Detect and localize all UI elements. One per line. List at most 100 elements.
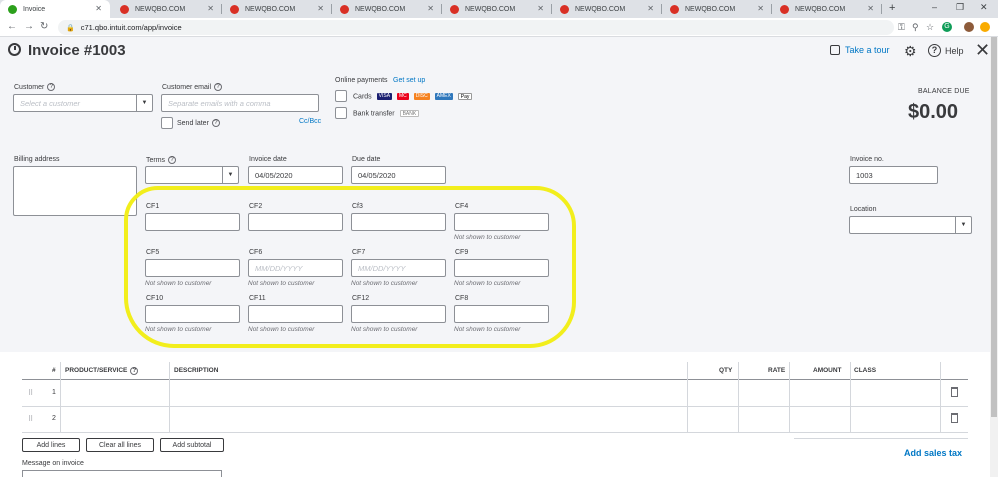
due-date-field[interactable]: 04/05/2020 [351, 166, 446, 184]
tab-newqbo[interactable]: NEWQBO.COM ✕ [772, 0, 882, 18]
cf3-field[interactable] [351, 213, 446, 231]
take-tour-link[interactable]: Take a tour [830, 45, 890, 55]
cf2-label: CF2 [249, 203, 263, 210]
maximize-icon[interactable]: ❐ [956, 2, 964, 13]
star-icon[interactable]: ☆ [926, 22, 934, 33]
cf10-label: CF10 [146, 295, 164, 302]
invoice-no-field[interactable]: 1003 [849, 166, 938, 184]
location-select[interactable]: ▼ [849, 216, 972, 234]
trash-icon[interactable] [951, 387, 958, 397]
not-shown-hint: Not shown to customer [145, 326, 212, 333]
clear-all-lines-button[interactable]: Clear all lines [86, 438, 154, 452]
new-tab-icon[interactable]: + [889, 2, 895, 14]
grammarly-icon[interactable]: G [942, 22, 952, 32]
drag-handle-icon[interactable]: ⠿ [28, 389, 33, 397]
customer-email-field[interactable]: Separate emails with a comma [161, 94, 319, 112]
url-input[interactable]: 🔒 c71.qbo.intuit.com/app/invoice [58, 20, 894, 35]
not-shown-hint: Not shown to customer [454, 326, 521, 333]
bank-transfer-option: Bank transfer BANK [353, 110, 420, 117]
cards-checkbox[interactable] [335, 90, 347, 102]
tab-close-icon[interactable]: ✕ [317, 4, 324, 13]
add-lines-button[interactable]: Add lines [22, 438, 80, 452]
bank-transfer-checkbox[interactable] [335, 107, 347, 119]
tab-newqbo[interactable]: NEWQBO.COM ✕ [222, 0, 332, 18]
drag-handle-icon[interactable]: ⠿ [28, 415, 33, 423]
browser-tab-bar: Invoice ✕ NEWQBO.COM ✕ NEWQBO.COM ✕ NEWQ… [0, 0, 998, 18]
reload-icon[interactable]: ↻ [40, 21, 48, 32]
send-later-label: Send later? [177, 119, 220, 127]
chevron-down-icon[interactable]: ▼ [136, 95, 152, 111]
tab-close-icon[interactable]: ✕ [427, 4, 434, 13]
terms-select[interactable]: ▼ [145, 166, 239, 184]
tab-title: NEWQBO.COM [355, 5, 406, 13]
cf10-field[interactable] [145, 305, 240, 323]
tab-title: NEWQBO.COM [795, 5, 846, 13]
cf12-field[interactable] [351, 305, 446, 323]
cf4-field[interactable] [454, 213, 549, 231]
tab-newqbo[interactable]: NEWQBO.COM ✕ [442, 0, 552, 18]
tab-close-icon[interactable]: ✕ [207, 4, 214, 13]
message-on-invoice-field[interactable] [22, 470, 222, 477]
table-row[interactable]: ⠿ 2 [22, 407, 968, 433]
amex-icon: AMEX [434, 93, 453, 100]
cf9-field[interactable] [454, 259, 549, 277]
newqbo-icon [230, 4, 239, 14]
cf8-field[interactable] [454, 305, 549, 323]
zoom-icon[interactable]: ⚲ [912, 22, 919, 33]
scrollbar[interactable] [990, 37, 998, 477]
tab-newqbo[interactable]: NEWQBO.COM ✕ [112, 0, 222, 18]
customer-label: Customer? [14, 83, 56, 91]
cf6-date-field[interactable]: MM/DD/YYYY [248, 259, 343, 277]
customer-select[interactable]: Select a customer ▼ [13, 94, 153, 112]
cf11-field[interactable] [248, 305, 343, 323]
close-icon[interactable]: ✕ [975, 40, 990, 61]
tab-close-icon[interactable]: ✕ [95, 4, 102, 13]
back-icon[interactable]: ← [7, 21, 17, 32]
add-sales-tax-link[interactable]: Add sales tax [904, 448, 962, 458]
help-button[interactable]: ? Help [928, 44, 964, 57]
update-icon[interactable] [980, 22, 990, 32]
tab-newqbo[interactable]: NEWQBO.COM ✕ [552, 0, 662, 18]
cf7-date-field[interactable]: MM/DD/YYYY [351, 259, 446, 277]
tab-close-icon[interactable]: ✕ [647, 4, 654, 13]
add-subtotal-button[interactable]: Add subtotal [160, 438, 224, 452]
tab-close-icon[interactable]: ✕ [537, 4, 544, 13]
forward-icon[interactable]: → [24, 21, 34, 32]
billing-address-field[interactable] [13, 166, 137, 216]
chevron-down-icon[interactable]: ▼ [955, 217, 971, 233]
message-on-invoice-label: Message on invoice [22, 460, 84, 467]
minimize-icon[interactable]: – [932, 2, 937, 12]
chevron-down-icon[interactable]: ▼ [222, 167, 238, 183]
tab-newqbo[interactable]: NEWQBO.COM ✕ [662, 0, 772, 18]
cf2-field[interactable] [248, 213, 343, 231]
col-divider [169, 362, 170, 432]
table-row[interactable]: ⠿ 1 [22, 381, 968, 407]
not-shown-hint: Not shown to customer [351, 326, 418, 333]
email-placeholder: Separate emails with a comma [168, 98, 271, 108]
customer-placeholder: Select a customer [20, 98, 81, 108]
cc-bcc-link[interactable]: Cc/Bcc [299, 118, 321, 125]
tab-close-icon[interactable]: ✕ [867, 4, 874, 13]
avatar[interactable] [964, 22, 974, 32]
key-icon[interactable]: ⚿ [898, 22, 905, 33]
get-set-up-link[interactable]: Get set up [393, 77, 425, 84]
cf3-label: Cf3 [352, 203, 363, 210]
send-later-checkbox[interactable] [161, 117, 173, 129]
invoice-date-field[interactable]: 04/05/2020 [248, 166, 343, 184]
trash-icon[interactable] [951, 413, 958, 423]
window-close-icon[interactable]: ✕ [980, 2, 988, 13]
tab-title: NEWQBO.COM [245, 5, 296, 13]
tab-close-icon[interactable]: ✕ [757, 4, 764, 13]
cf5-label: CF5 [146, 249, 160, 256]
table-header: # PRODUCT/SERVICE? DESCRIPTION QTY RATE … [22, 362, 968, 380]
scrollbar-thumb[interactable] [991, 37, 997, 417]
row-number: 1 [52, 389, 56, 396]
billing-address-label: Billing address [14, 156, 60, 163]
tab-newqbo[interactable]: NEWQBO.COM ✕ [332, 0, 442, 18]
recent-transactions-icon[interactable] [8, 43, 21, 56]
newqbo-icon [340, 4, 349, 14]
cf5-field[interactable] [145, 259, 240, 277]
tab-invoice[interactable]: Invoice ✕ [0, 0, 110, 18]
gear-icon[interactable]: ⚙ [904, 43, 917, 60]
cf1-field[interactable] [145, 213, 240, 231]
